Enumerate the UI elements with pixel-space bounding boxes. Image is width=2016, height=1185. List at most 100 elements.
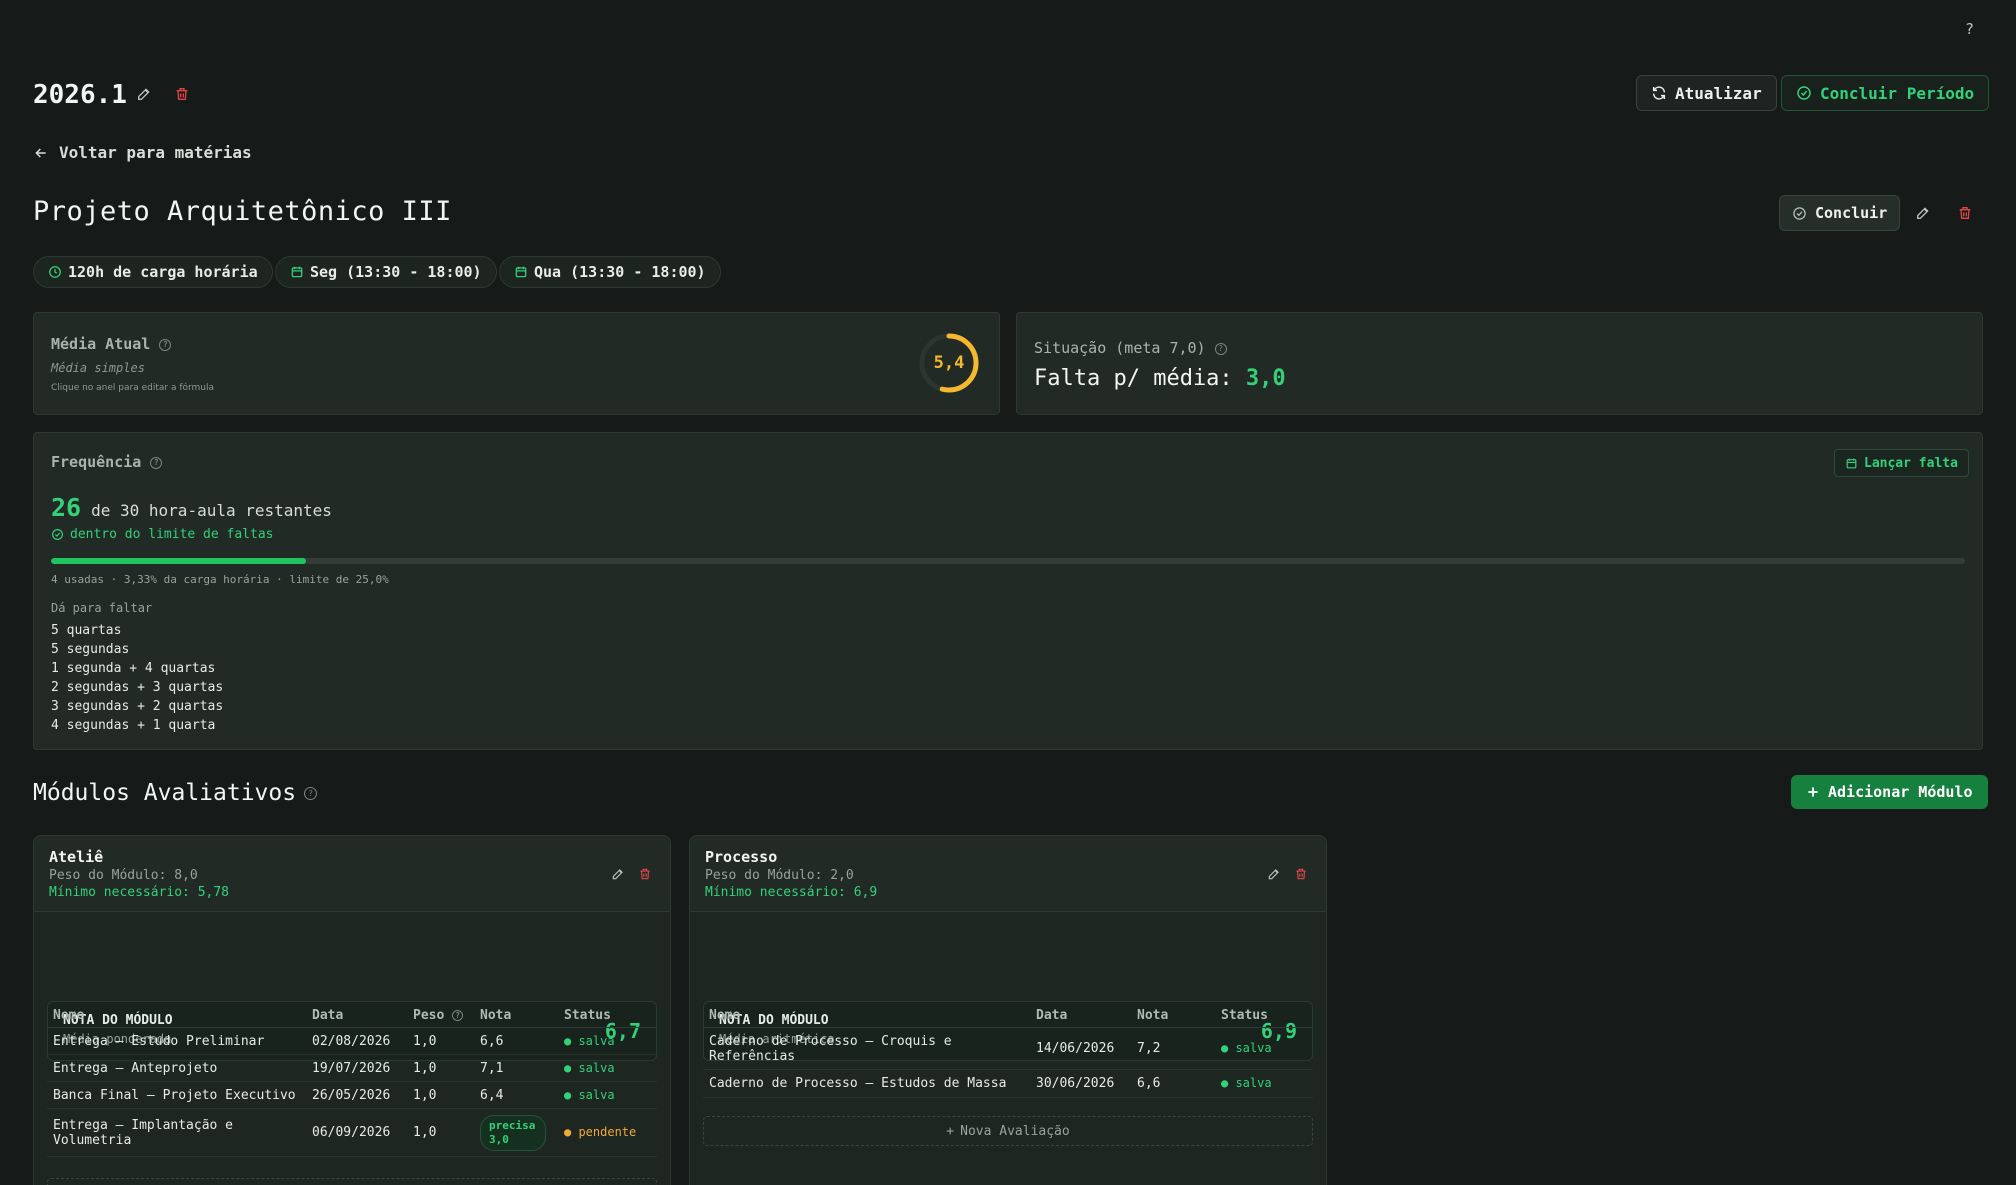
- col-grade: Nota: [1131, 1004, 1215, 1028]
- help-icon[interactable]: ?: [304, 786, 318, 800]
- can-miss-list: 5 quartas 5 segundas 1 segunda + 4 quart…: [51, 621, 223, 735]
- module-minimum: Mínimo necessário: 5,78: [49, 885, 230, 900]
- eval-name: Entrega — Implantação e Volumetria: [47, 1108, 306, 1157]
- edit-period-icon[interactable]: [131, 81, 157, 107]
- eval-status-label: salva: [1235, 1041, 1272, 1055]
- table-row[interactable]: Entrega — Implantação e Volumetria 06/09…: [47, 1108, 657, 1157]
- delete-module-icon[interactable]: [632, 861, 658, 887]
- refresh-label: Atualizar: [1675, 83, 1762, 103]
- eval-grade[interactable]: 6,6: [474, 1027, 558, 1055]
- grade-needed-pill: precisa 3,0: [480, 1114, 546, 1151]
- arrow-left-icon: [35, 147, 46, 158]
- evaluations-table: Nome Data Peso ? Nota Status Entrega — E…: [47, 1004, 657, 1157]
- average-label-row: Média Atual ?: [51, 335, 172, 353]
- eval-weight: 1,0: [407, 1081, 474, 1109]
- eval-grade[interactable]: 6,6: [1131, 1069, 1215, 1098]
- conclude-period-button[interactable]: Concluir Período: [1781, 75, 1990, 111]
- eval-date: 26/05/2026: [306, 1081, 407, 1109]
- col-date: Data: [1030, 1004, 1131, 1028]
- eval-date: 06/09/2026: [306, 1108, 407, 1157]
- chip-workload-label: 120h de carga horária: [68, 263, 258, 281]
- can-miss-item: 3 segundas + 2 quartas: [51, 699, 224, 714]
- refresh-button[interactable]: Atualizar: [1636, 75, 1777, 111]
- conclude-subject-button[interactable]: Concluir: [1779, 195, 1901, 231]
- module-weight: Peso do Módulo: 8,0: [49, 868, 198, 883]
- eval-status: ● salva: [1215, 1027, 1313, 1070]
- frequency-progress-track: [51, 558, 1965, 564]
- col-name: Nome: [703, 1004, 1030, 1028]
- situation-value: 3,0: [1245, 366, 1286, 391]
- col-status: Status: [1215, 1004, 1313, 1028]
- col-weight-label: Peso: [413, 1008, 445, 1023]
- modules-title: Módulos Avaliativos: [33, 780, 297, 806]
- frequency-panel: Frequência ? Lançar falta 26 de 30 hora-…: [33, 432, 1983, 750]
- add-absence-button[interactable]: Lançar falta: [1834, 449, 1969, 477]
- evaluations-table: Nome Data Nota Status Caderno de Process…: [703, 1004, 1313, 1098]
- average-ring[interactable]: 5,4: [918, 332, 980, 394]
- subject-title: Projeto Arquitetônico III: [33, 196, 452, 227]
- eval-date: 14/06/2026: [1030, 1027, 1131, 1070]
- table-row[interactable]: Entrega — Anteprojeto 19/07/2026 1,0 7,1…: [47, 1054, 657, 1082]
- help-icon[interactable]: ?: [452, 1010, 464, 1021]
- check-circle-icon: [1793, 206, 1806, 220]
- eval-status: ● salva: [558, 1081, 657, 1109]
- add-module-button[interactable]: Adicionar Módulo: [1791, 775, 1988, 809]
- frequency-status: dentro do limite de faltas: [70, 527, 274, 542]
- help-icon[interactable]: ?: [159, 338, 172, 351]
- refresh-icon: [1652, 86, 1666, 100]
- delete-subject-icon[interactable]: [1952, 200, 1978, 226]
- edit-module-icon[interactable]: [1261, 861, 1287, 887]
- module-card-processo: Processo Peso do Módulo: 2,0 Mínimo nece…: [689, 835, 1327, 1185]
- new-evaluation-label: Nova Avaliação: [960, 1123, 1070, 1139]
- edit-module-icon[interactable]: [605, 861, 631, 887]
- clock-icon: [49, 266, 61, 278]
- eval-grade[interactable]: 7,2: [1131, 1027, 1215, 1070]
- frequency-label: Frequência: [51, 453, 142, 471]
- help-icon[interactable]: ?: [150, 456, 163, 469]
- eval-name: Caderno de Processo — Croquis e Referênc…: [703, 1027, 1030, 1070]
- frequency-remaining-row: 26 de 30 hora-aula restantes: [51, 493, 332, 522]
- frequency-details: 4 usadas · 3,33% da carga horária · limi…: [51, 573, 389, 586]
- delete-period-icon[interactable]: [169, 81, 195, 107]
- new-evaluation-button[interactable]: [47, 1178, 657, 1185]
- average-panel: Média Atual ? Média simples Clique no an…: [33, 312, 1000, 415]
- situation-text-row: Falta p/ média: 3,0: [1034, 366, 1286, 391]
- frequency-progress-fill: [51, 558, 307, 564]
- help-icon[interactable]: ?: [1214, 342, 1227, 355]
- back-link[interactable]: Voltar para matérias: [33, 143, 252, 162]
- can-miss-item: 2 segundas + 3 quartas: [51, 680, 224, 695]
- add-module-label: Adicionar Módulo: [1828, 783, 1973, 801]
- table-row[interactable]: Banca Final — Projeto Executivo 26/05/20…: [47, 1081, 657, 1109]
- frequency-remaining: 26: [51, 493, 82, 522]
- average-label: Média Atual: [51, 335, 151, 353]
- frequency-status-row: dentro do limite de faltas: [51, 527, 274, 542]
- average-formula: Média simples: [51, 361, 145, 375]
- eval-status: ● pendente: [558, 1108, 657, 1157]
- table-row[interactable]: Caderno de Processo — Estudos de Massa 3…: [703, 1069, 1313, 1098]
- help-icon[interactable]: ?: [1965, 20, 1974, 38]
- col-status: Status: [558, 1004, 657, 1028]
- eval-grade[interactable]: 6,4: [474, 1081, 558, 1109]
- can-miss-item: 1 segunda + 4 quartas: [51, 661, 216, 676]
- col-grade: Nota: [474, 1004, 558, 1028]
- eval-name: Banca Final — Projeto Executivo: [47, 1081, 306, 1109]
- delete-module-icon[interactable]: [1288, 861, 1314, 887]
- eval-status-label: salva: [578, 1087, 615, 1102]
- modules-title-row: Módulos Avaliativos ?: [33, 780, 318, 806]
- new-evaluation-button[interactable]: + Nova Avaliação: [703, 1116, 1313, 1146]
- eval-grade[interactable]: 7,1: [474, 1054, 558, 1082]
- module-weight: Peso do Módulo: 2,0: [705, 868, 854, 883]
- edit-subject-icon[interactable]: [1910, 200, 1936, 226]
- table-row[interactable]: Entrega — Estudo Preliminar 02/08/2026 1…: [47, 1027, 657, 1055]
- table-row[interactable]: Caderno de Processo — Croquis e Referênc…: [703, 1027, 1313, 1070]
- conclude-period-label: Concluir Período: [1820, 83, 1975, 103]
- average-value: 5,4: [933, 353, 965, 373]
- eval-status: ● salva: [558, 1054, 657, 1082]
- average-hint: Clique no anel para editar a fórmula: [51, 383, 215, 393]
- eval-date: 19/07/2026: [306, 1054, 407, 1082]
- eval-status-label: pendente: [578, 1125, 637, 1139]
- can-miss-item: 4 segundas + 1 quarta: [51, 718, 216, 733]
- frequency-remaining-text: de 30 hora-aula restantes: [91, 501, 332, 520]
- frequency-label-row: Frequência ?: [51, 453, 163, 471]
- eval-grade[interactable]: precisa 3,0: [474, 1108, 558, 1157]
